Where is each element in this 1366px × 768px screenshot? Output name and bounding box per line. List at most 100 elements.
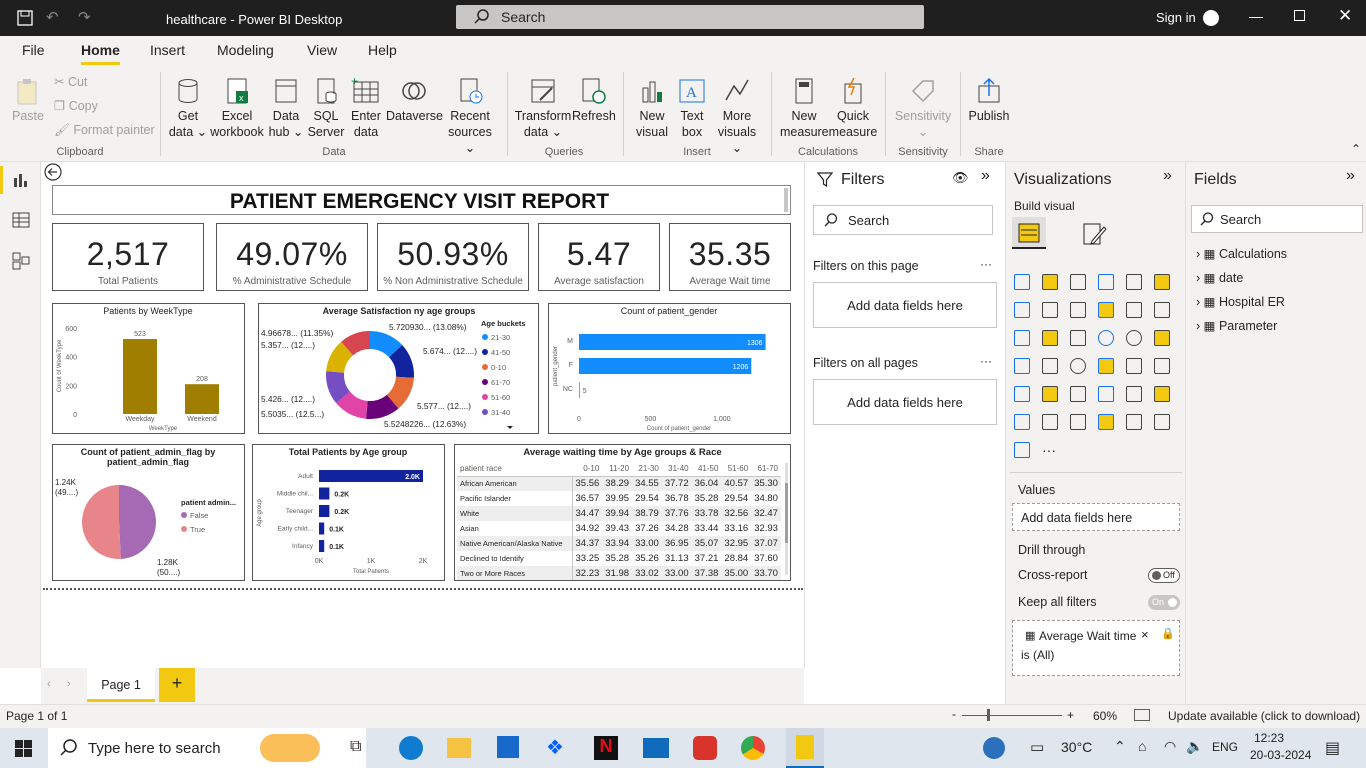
- column-header[interactable]: 41-50: [691, 461, 722, 477]
- 100-bar-icon[interactable]: [1126, 274, 1142, 290]
- kpi-admin-schedule[interactable]: 49.07% % Administrative Schedule: [216, 223, 368, 291]
- keep-filters-toggle[interactable]: On: [1148, 595, 1180, 610]
- filters-all-drop-zone[interactable]: Add data fields here: [813, 379, 997, 425]
- stacked-area-icon[interactable]: [1070, 302, 1086, 318]
- clustered-column-icon[interactable]: [1098, 274, 1114, 290]
- collapse-ribbon-icon[interactable]: ⌃: [1351, 142, 1361, 156]
- area-chart-icon[interactable]: [1042, 302, 1058, 318]
- clock-time[interactable]: 12:23: [1254, 731, 1284, 745]
- new-visual-button[interactable]: New visual: [632, 76, 672, 140]
- paste-button[interactable]: Paste: [10, 76, 46, 124]
- zoom-slider-thumb[interactable]: [987, 709, 990, 721]
- weather-icon[interactable]: ▭: [1030, 738, 1044, 756]
- clustered-bar-icon[interactable]: [1070, 274, 1086, 290]
- powerbi-taskbar-icon[interactable]: [786, 728, 824, 768]
- collapse-filters-icon[interactable]: »: [981, 167, 990, 185]
- help-tray-icon[interactable]: [983, 737, 1005, 759]
- cross-report-toggle[interactable]: Off: [1148, 568, 1180, 583]
- collapse-viz-icon[interactable]: »: [1163, 167, 1172, 185]
- pie-chart-icon[interactable]: [1098, 330, 1114, 346]
- table-row[interactable]: Two or More Races 32.23 31.98 33.02 33.00 37.…: [457, 566, 781, 580]
- sensitivity-button[interactable]: Sensitivity ⌄: [892, 76, 954, 140]
- store-icon[interactable]: [497, 736, 519, 758]
- prev-page-icon[interactable]: ‹: [47, 678, 51, 690]
- quick-measure-button[interactable]: Quick measure: [828, 76, 878, 140]
- table-row[interactable]: Declined to Identify 33.25 35.28 35.26 31.13…: [457, 551, 781, 566]
- recent-sources-button[interactable]: Recent sources ⌄: [444, 76, 496, 156]
- dataverse-button[interactable]: Dataverse: [386, 76, 443, 124]
- zoom-slider[interactable]: [962, 715, 1062, 716]
- data-hub-button[interactable]: Data hub ⌄: [266, 76, 306, 140]
- excel-workbook-button[interactable]: x Excel workbook: [210, 76, 264, 140]
- page-tab-1[interactable]: Page 1: [87, 668, 155, 702]
- filled-map-icon[interactable]: [1042, 358, 1058, 374]
- report-view-icon[interactable]: [12, 172, 30, 188]
- column-header[interactable]: 61-70: [751, 461, 781, 477]
- lock-icon[interactable]: 🔒: [1161, 627, 1175, 640]
- remove-filter-icon[interactable]: ×: [1141, 627, 1149, 642]
- fields-search-input[interactable]: Search: [1191, 205, 1363, 233]
- slicer-icon[interactable]: [1014, 386, 1030, 402]
- more-visuals-icon[interactable]: ···: [1042, 442, 1060, 460]
- wps-office-icon[interactable]: [693, 736, 717, 760]
- scatter-icon[interactable]: [1070, 330, 1086, 346]
- menu-help[interactable]: Help: [368, 42, 397, 58]
- narrative-icon[interactable]: [1070, 414, 1086, 430]
- clock-date[interactable]: 20-03-2024: [1250, 748, 1311, 762]
- sign-in-link[interactable]: Sign in: [1156, 10, 1196, 25]
- format-painter-button[interactable]: 🖌 Format painter: [54, 122, 155, 138]
- chart-gender-count[interactable]: Count of patient_gender M 1306 F 1206 NC 5 pati…: [548, 303, 791, 434]
- matrix-scrollbar[interactable]: [785, 463, 788, 575]
- map-icon[interactable]: [1014, 358, 1030, 374]
- funnel-icon[interactable]: [1042, 330, 1058, 346]
- edge-icon[interactable]: [399, 736, 423, 760]
- ribbon-chart-icon[interactable]: [1154, 302, 1170, 318]
- language-indicator[interactable]: ENG: [1212, 740, 1238, 754]
- taskbar-search-box[interactable]: Type here to search: [48, 728, 366, 768]
- field-table-parameter[interactable]: › ▦ Parameter: [1196, 318, 1277, 333]
- power-apps-icon[interactable]: [1154, 414, 1170, 430]
- table-row[interactable]: Asian 34.92 39.43 37.26 34.28 33.44 33.16 32.93: [457, 521, 781, 536]
- get-data-button[interactable]: Get data ⌄: [168, 76, 208, 140]
- line-column-icon[interactable]: [1098, 302, 1114, 318]
- column-header[interactable]: 31-40: [661, 461, 692, 477]
- key-influencers-icon[interactable]: [1154, 386, 1170, 402]
- multi-row-card-icon[interactable]: [1126, 358, 1142, 374]
- back-arrow-icon[interactable]: [44, 163, 62, 181]
- chrome-icon[interactable]: [741, 736, 765, 760]
- column-header[interactable]: patient race: [457, 461, 572, 477]
- refresh-button[interactable]: Refresh: [572, 76, 616, 124]
- field-table-calculations[interactable]: › ▦ Calculations: [1196, 246, 1287, 261]
- new-measure-button[interactable]: New measure: [780, 76, 829, 140]
- next-page-icon[interactable]: ›: [67, 678, 71, 690]
- save-icon[interactable]: [16, 9, 34, 27]
- kpi-total-patients[interactable]: 2,517 Total Patients: [52, 223, 204, 291]
- chevron-up-icon[interactable]: ⌃: [1114, 738, 1126, 755]
- netflix-icon[interactable]: N: [594, 736, 618, 760]
- publish-button[interactable]: Publish: [966, 76, 1012, 124]
- matrix-icon[interactable]: [1070, 386, 1086, 402]
- table-view-icon[interactable]: [12, 212, 30, 228]
- chart-wait-time-matrix[interactable]: Average waiting time by Age groups & Rac…: [454, 444, 791, 581]
- donut-chart-icon[interactable]: [1126, 330, 1142, 346]
- line-chart-icon[interactable]: [1014, 302, 1030, 318]
- more-options-icon[interactable]: ···: [980, 354, 992, 368]
- fit-to-page-icon[interactable]: [1134, 709, 1150, 721]
- update-available-link[interactable]: Update available (click to download): [1168, 709, 1360, 723]
- sql-server-button[interactable]: SQL Server: [306, 76, 346, 140]
- decomposition-tree-icon[interactable]: [1014, 414, 1030, 430]
- table-row[interactable]: Native American/Alaska Native 34.37 33.94 3…: [457, 536, 781, 551]
- filters-search-input[interactable]: Search: [813, 205, 993, 235]
- model-view-icon[interactable]: [12, 252, 30, 270]
- arcgis-icon[interactable]: [1126, 414, 1142, 430]
- mail-icon[interactable]: [643, 738, 669, 758]
- gauge-icon[interactable]: [1070, 358, 1086, 374]
- add-page-button[interactable]: +: [159, 668, 195, 702]
- power-automate-icon[interactable]: [1014, 442, 1030, 458]
- 100-column-icon[interactable]: [1154, 274, 1170, 290]
- menu-insert[interactable]: Insert: [150, 42, 185, 58]
- table-row[interactable]: Pacific Islander 36.57 39.95 29.54 36.78 35.2…: [457, 491, 781, 506]
- values-drop-zone[interactable]: Add data fields here: [1012, 503, 1180, 531]
- dropbox-icon[interactable]: ❖: [546, 735, 564, 760]
- notification-icon[interactable]: ▤: [1325, 738, 1340, 758]
